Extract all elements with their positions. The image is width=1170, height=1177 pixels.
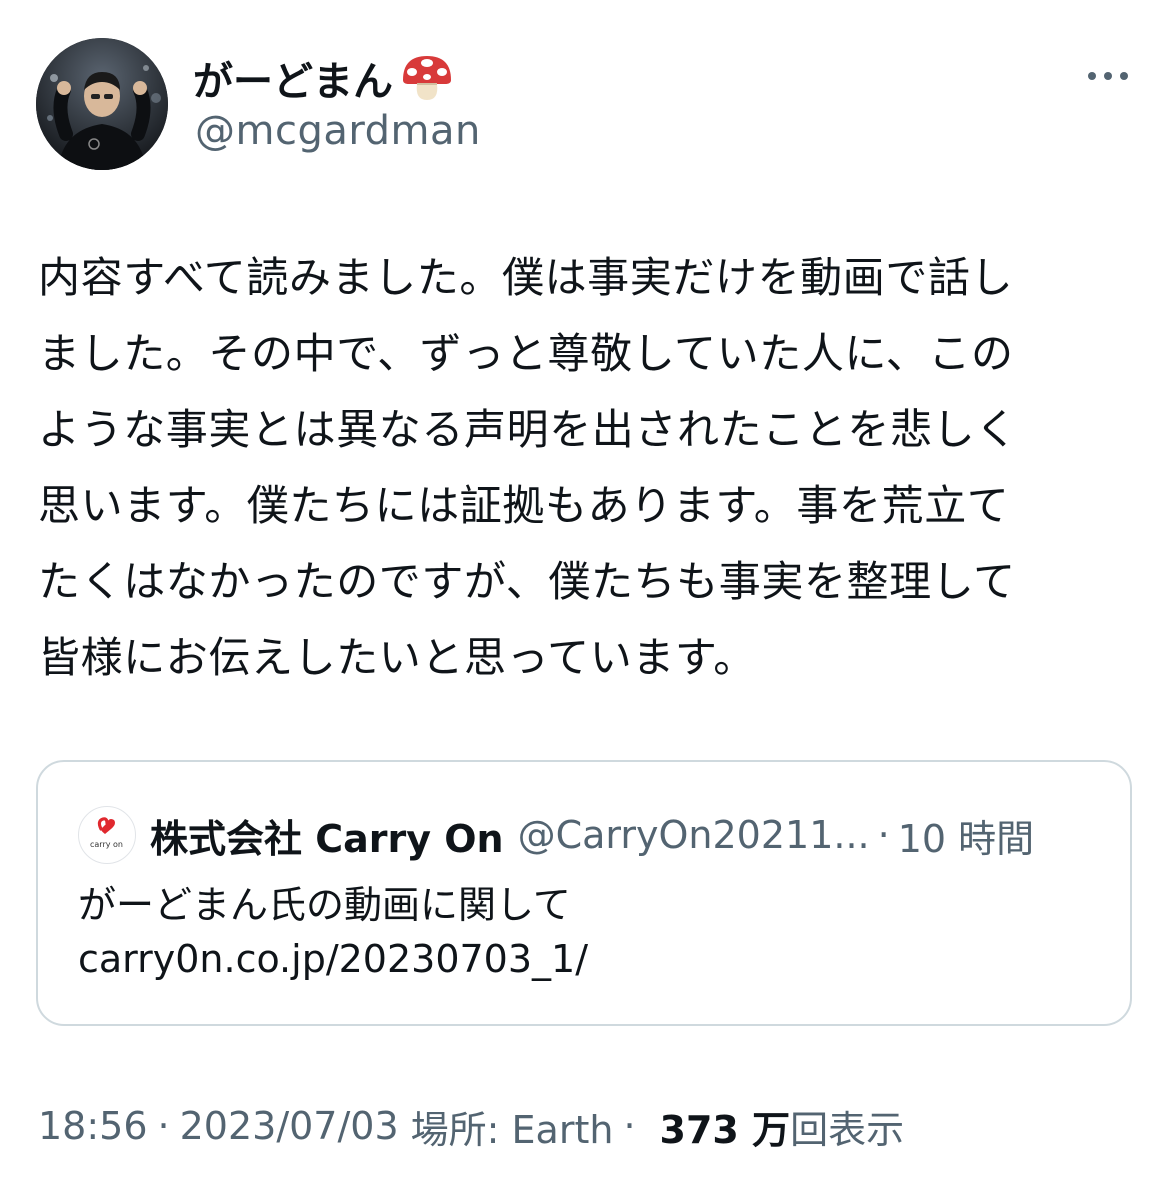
tweet-meta: 18:56 · 2023/07/03 場所: Earth · 373 万 回表示 [38, 1098, 904, 1154]
author-name-row[interactable]: がーどまん [193, 50, 455, 106]
more-options-icon[interactable] [1085, 66, 1131, 86]
quoted-tweet-time[interactable]: 10 時間 [898, 808, 1034, 863]
quoted-text-link[interactable]: carry0n.co.jp/20230703_1/ [78, 932, 588, 986]
author-display-name[interactable]: がーどまん [193, 49, 393, 107]
quoted-tweet-header: 株式会社 Carry On @CarryOn20211... · 10 時間 [150, 806, 1034, 864]
tweet-text-line: 思います。僕たちには証拠もあります。事を荒立て [38, 481, 1010, 530]
quoted-text-line: がーどまん氏の動画に関して [78, 883, 571, 927]
tweet-text-line: 内容すべて読みました。僕は事実だけを動画で話し [38, 253, 1014, 302]
tweet-date[interactable]: 2023/07/03 [180, 1104, 399, 1148]
views-count[interactable]: 373 万 [660, 1099, 791, 1154]
quoted-author-handle[interactable]: @CarryOn20211... [518, 813, 870, 857]
quoted-tweet-text: がーどまん氏の動画に関して carry0n.co.jp/20230703_1/ [78, 878, 588, 986]
views-label[interactable]: 回表示 [790, 1099, 904, 1154]
author-handle[interactable]: @mcgardman [195, 108, 481, 154]
tweet: がーどまん @mcgardman 内容すべて読みました。僕は事実だけを動画で話し… [0, 0, 1170, 1177]
meta-separator: · [157, 1104, 170, 1148]
quoted-author-name[interactable]: 株式会社 Carry On [150, 808, 504, 863]
avatar-photo [36, 38, 168, 170]
tweet-text-line: 皆様にお伝えしたいと思っています。 [38, 633, 756, 682]
quoted-avatar-label: carry on [90, 840, 123, 849]
tweet-text-line: ような事実とは異なる声明を出されたことを悲しく [38, 405, 1018, 454]
tweet-text-line: たくはなかったのですが、僕たちも事実を整理して [38, 557, 1016, 606]
mushroom-icon [403, 56, 451, 100]
author-avatar[interactable] [36, 38, 168, 170]
tweet-text-line: ました。その中で、ずっと尊敬していた人に、この [38, 329, 1014, 378]
tweet-text: 内容すべて読みました。僕は事実だけを動画で話し ました。その中で、ずっと尊敬して… [38, 240, 1138, 696]
tweet-time[interactable]: 18:56 [38, 1104, 148, 1148]
quoted-author-avatar[interactable]: carry on [78, 806, 136, 864]
meta-separator: · [623, 1104, 636, 1148]
quoted-tweet-card[interactable]: carry on 株式会社 Carry On @CarryOn20211... … [36, 760, 1132, 1026]
carry-on-logo-icon: carry on [90, 817, 123, 849]
tweet-location: 場所: Earth [410, 1107, 614, 1152]
quoted-separator: · [877, 813, 890, 857]
